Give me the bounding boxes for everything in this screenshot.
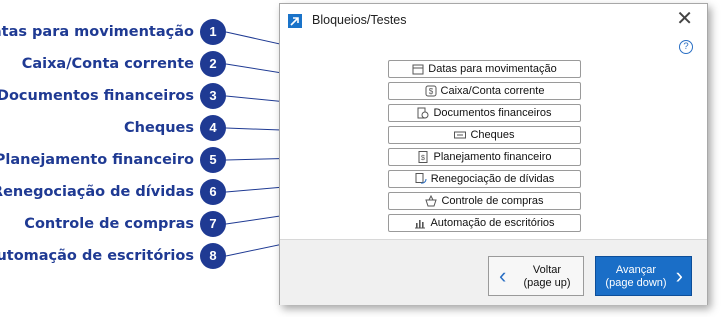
option-label: Controle de compras	[441, 195, 544, 207]
basket-icon	[425, 195, 438, 207]
callout-badge-1: 1	[200, 19, 226, 45]
option-automacao-button[interactable]: Automação de escritórios	[388, 214, 581, 232]
callout-badge-8: 8	[200, 243, 226, 269]
option-label: Caixa/Conta corrente	[440, 85, 545, 97]
cash-box-icon: $	[425, 85, 437, 97]
option-label: Documentos financeiros	[433, 107, 552, 119]
option-documentos-button[interactable]: Documentos financeiros	[388, 104, 581, 122]
back-button[interactable]: ‹ Voltar (page up)	[488, 256, 584, 296]
option-caixa-button[interactable]: $ Caixa/Conta corrente	[388, 82, 581, 100]
option-label: Automação de escritórios	[430, 217, 555, 229]
close-icon[interactable]: ✕	[676, 9, 693, 29]
chevron-left-icon: ‹	[499, 263, 507, 288]
callout-label-documentos: Documentos financeiros	[0, 88, 194, 104]
title-bar: Bloqueios/Testes ✕	[280, 4, 707, 38]
renegotiation-icon	[415, 173, 427, 185]
app-arrow-icon	[288, 14, 302, 28]
next-button[interactable]: Avançar (page down) ›	[595, 256, 692, 296]
option-label: Cheques	[470, 129, 515, 141]
next-label: Avançar	[615, 264, 657, 276]
callout-label-planejamento: Planejamento financeiro	[0, 152, 194, 168]
back-label: Voltar	[532, 264, 562, 276]
chevron-right-icon: ›	[675, 263, 683, 288]
option-cheques-button[interactable]: Cheques	[388, 126, 581, 144]
callout-label-compras: Controle de compras	[24, 216, 194, 232]
option-renegociacao-button[interactable]: Renegociação de dívidas	[388, 170, 581, 188]
documents-icon	[417, 107, 429, 119]
option-label: Datas para movimentação	[428, 63, 557, 75]
callout-badge-7: 7	[200, 211, 226, 237]
callout-badge-4: 4	[200, 115, 226, 141]
callout-label-datas: Datas para movimentação	[0, 24, 194, 40]
option-planejamento-button[interactable]: $ Planejamento financeiro	[388, 148, 581, 166]
callout-label-caixa: Caixa/Conta corrente	[21, 56, 194, 72]
option-datas-button[interactable]: Datas para movimentação	[388, 60, 581, 78]
check-icon	[454, 129, 467, 141]
option-label: Planejamento financeiro	[433, 151, 552, 163]
bar-chart-icon	[414, 217, 426, 229]
callout-badge-2: 2	[200, 51, 226, 77]
callout-badge-6: 6	[200, 179, 226, 205]
callout-badge-3: 3	[200, 83, 226, 109]
callout-label-automacao: Automação de escritórios	[0, 248, 194, 264]
window-title: Bloqueios/Testes	[312, 13, 407, 27]
callout-badge-5: 5	[200, 147, 226, 173]
dialog-footer: ‹ Voltar (page up) Avançar (page down) ›	[280, 239, 707, 305]
back-shortcut: (page up)	[523, 277, 571, 289]
option-compras-button[interactable]: Controle de compras	[388, 192, 581, 210]
help-icon[interactable]: ?	[679, 40, 693, 54]
next-shortcut: (page down)	[605, 277, 667, 289]
dialog-window: Bloqueios/Testes ✕ ? Datas para moviment…	[279, 3, 708, 305]
calendar-icon	[412, 63, 424, 75]
callout-label-renegociacao: Renegociação de dívidas	[0, 184, 194, 200]
option-label: Renegociação de dívidas	[430, 173, 555, 185]
svg-text:$: $	[422, 155, 426, 162]
svg-text:$: $	[428, 87, 433, 96]
planning-icon: $	[417, 151, 429, 163]
callout-label-cheques: Cheques	[124, 120, 194, 136]
